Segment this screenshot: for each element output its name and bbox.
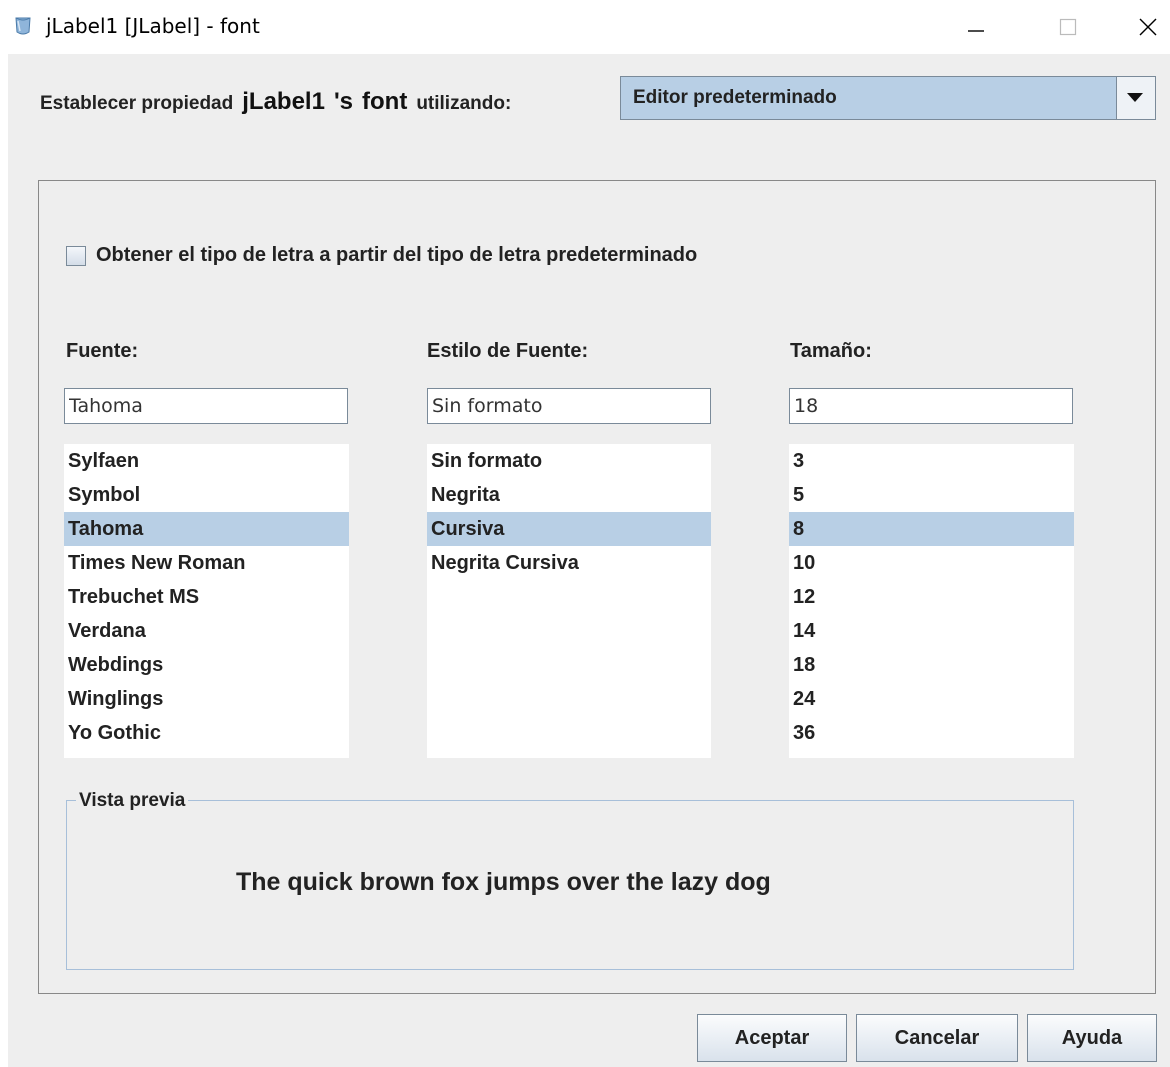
property-header: Establecer propiedad jLabel1 's font uti… bbox=[40, 88, 520, 115]
editor-select[interactable]: Editor predeterminado bbox=[620, 76, 1156, 120]
header-possessive: 's bbox=[333, 88, 353, 115]
header-prefix: Establecer propiedad bbox=[40, 93, 234, 114]
title-bar: jLabel1 [JLabel] - font bbox=[0, 0, 1170, 54]
maximize-button[interactable] bbox=[1040, 0, 1096, 54]
font-size-item[interactable]: 24 bbox=[789, 682, 1074, 716]
preview-sample-text: The quick brown fox jumps over the lazy … bbox=[236, 868, 771, 896]
font-style-item[interactable]: Negrita Cursiva bbox=[427, 546, 711, 580]
font-family-list[interactable]: Sylfaen Symbol Tahoma Times New Roman Tr… bbox=[64, 444, 349, 758]
font-size-item[interactable]: 8 bbox=[789, 512, 1074, 546]
minimize-icon bbox=[968, 30, 984, 32]
font-size-item[interactable]: 14 bbox=[789, 614, 1074, 648]
font-family-input[interactable] bbox=[65, 389, 347, 423]
font-style-item[interactable]: Sin formato bbox=[427, 444, 711, 478]
font-size-item[interactable]: 36 bbox=[789, 716, 1074, 750]
java-cup-icon bbox=[15, 17, 31, 35]
maximize-icon bbox=[1059, 18, 1077, 36]
font-size-input[interactable] bbox=[790, 389, 1072, 423]
minimize-button[interactable] bbox=[948, 0, 1004, 54]
derive-font-option[interactable]: Obtener el tipo de letra a partir del ti… bbox=[66, 244, 697, 267]
font-size-field-box bbox=[789, 388, 1073, 424]
window-title: jLabel1 [JLabel] - font bbox=[46, 14, 260, 38]
font-family-item[interactable]: Webdings bbox=[64, 648, 349, 682]
font-family-item[interactable]: Sylfaen bbox=[64, 444, 349, 478]
font-family-item[interactable]: Verdana bbox=[64, 614, 349, 648]
preview-legend: Vista previa bbox=[76, 790, 189, 812]
font-family-item[interactable]: Symbol bbox=[64, 478, 349, 512]
ok-button[interactable]: Aceptar bbox=[697, 1014, 847, 1062]
font-size-item[interactable]: 3 bbox=[789, 444, 1074, 478]
font-family-item[interactable]: Trebuchet MS bbox=[64, 580, 349, 614]
property-name: font bbox=[362, 88, 408, 115]
font-family-field-box bbox=[64, 388, 348, 424]
font-size-item[interactable]: 5 bbox=[789, 478, 1074, 512]
help-button[interactable]: Ayuda bbox=[1027, 1014, 1157, 1062]
font-family-item[interactable]: Yo Gothic bbox=[64, 716, 349, 750]
font-size-label: Tamaño: bbox=[790, 340, 872, 362]
editor-select-arrow[interactable] bbox=[1116, 77, 1155, 119]
font-size-list[interactable]: 3 5 8 10 12 14 18 24 36 bbox=[789, 444, 1074, 758]
font-style-list[interactable]: Sin formato Negrita Cursiva Negrita Curs… bbox=[427, 444, 711, 758]
component-name: jLabel1 bbox=[242, 88, 325, 115]
font-size-item[interactable]: 18 bbox=[789, 648, 1074, 682]
font-size-item[interactable]: 10 bbox=[789, 546, 1074, 580]
font-style-item[interactable]: Cursiva bbox=[427, 512, 711, 546]
font-family-item[interactable]: Tahoma bbox=[64, 512, 349, 546]
font-style-field-box bbox=[427, 388, 711, 424]
font-family-item[interactable]: Times New Roman bbox=[64, 546, 349, 580]
font-style-input[interactable] bbox=[428, 389, 710, 423]
font-size-item[interactable]: 12 bbox=[789, 580, 1074, 614]
header-suffix: utilizando: bbox=[416, 93, 512, 114]
editor-select-value: Editor predeterminado bbox=[633, 87, 837, 108]
font-family-label: Fuente: bbox=[66, 340, 139, 362]
derive-font-label: Obtener el tipo de letra a partir del ti… bbox=[96, 244, 698, 266]
chevron-down-icon bbox=[1127, 93, 1143, 102]
font-style-item[interactable]: Negrita bbox=[427, 478, 711, 512]
cancel-button[interactable]: Cancelar bbox=[856, 1014, 1018, 1062]
font-family-item[interactable]: Winglings bbox=[64, 682, 349, 716]
derive-font-checkbox[interactable] bbox=[66, 245, 86, 266]
close-icon bbox=[1139, 18, 1157, 36]
close-button[interactable] bbox=[1120, 0, 1170, 54]
font-style-label: Estilo de Fuente: bbox=[427, 340, 589, 362]
